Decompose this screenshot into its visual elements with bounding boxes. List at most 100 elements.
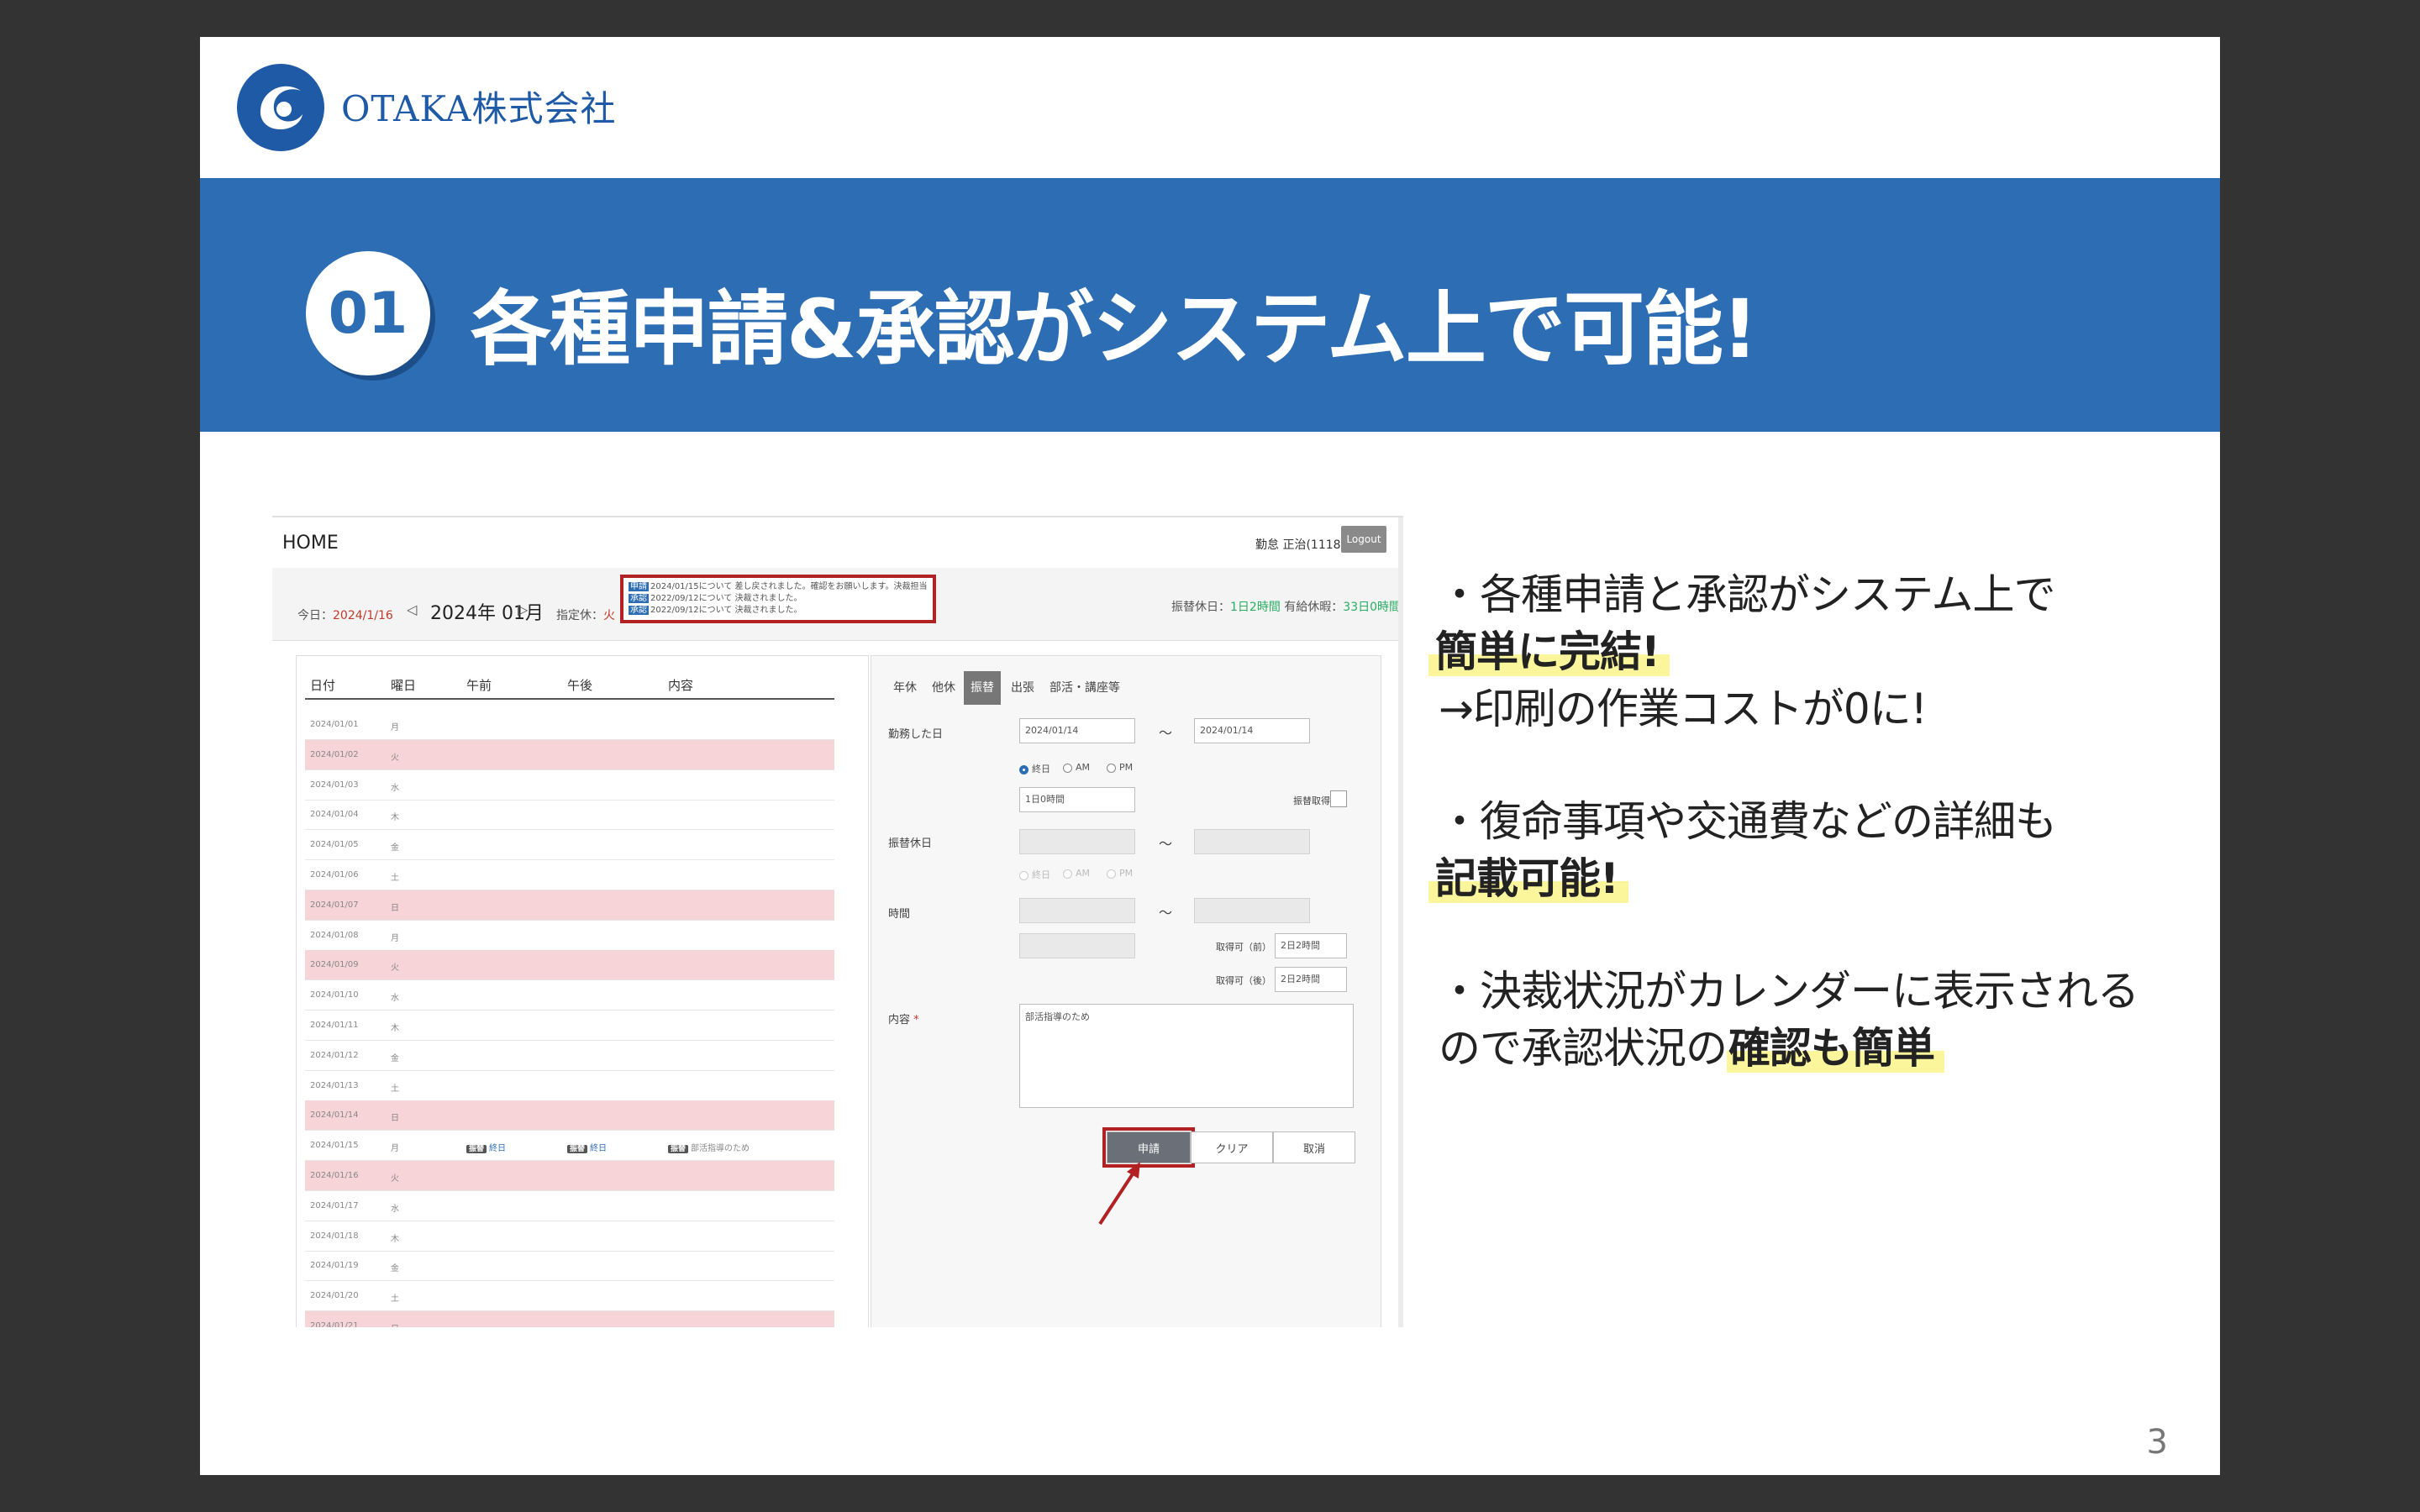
calendar-row[interactable]: 2024/01/12 金 <box>305 1041 834 1071</box>
calendar-row[interactable]: 2024/01/10 水 <box>305 980 834 1011</box>
col-dow: 曜日 <box>391 678 417 693</box>
logout-button[interactable]: Logout <box>1341 526 1386 553</box>
tab-bukatsu[interactable]: 部活・講座等 <box>1043 671 1127 705</box>
row-am: 振替 終日 <box>466 1141 507 1154</box>
row-date: 2024/01/16 <box>310 1171 359 1180</box>
radio-am[interactable]: AM <box>1063 762 1090 773</box>
tab-takyu[interactable]: 他休 <box>925 671 962 705</box>
tab-shucchou[interactable]: 出張 <box>1004 671 1041 705</box>
notice-item[interactable]: 申請 2024/01/15について 差し戻されました。確認をお願いします。決裁担当 <box>629 581 928 593</box>
row-dow: 木 <box>391 813 399 823</box>
required-mark: * <box>913 1014 919 1026</box>
notice-tag: 申請 <box>629 582 649 591</box>
row-dow: 土 <box>391 1084 399 1094</box>
application-form: 年休 他休 振替 出張 部活・講座等 勤務した日 2024/01/14 ～ 20… <box>871 655 1381 1327</box>
furikae-to-input[interactable] <box>1194 829 1310 854</box>
radio-all-day[interactable]: 終日 <box>1019 762 1050 775</box>
notice-item[interactable]: 承認 2022/09/12について 決裁されました。 <box>629 593 928 605</box>
row-am-badge: 振替 <box>466 1145 487 1154</box>
row-dow: 火 <box>391 753 399 763</box>
col-date: 日付 <box>310 678 336 693</box>
yuukyu-label: 有給休暇： <box>1284 601 1344 614</box>
calendar-row[interactable]: 2024/01/07 日 <box>305 890 834 921</box>
calendar-panel: 日付 曜日 午前 午後 内容 2024/01/01 月 2024/01/02 火 202… <box>296 655 869 1327</box>
row-date: 2024/01/14 <box>310 1110 359 1121</box>
furikae-shutoku-label: 振替取得 <box>1293 795 1330 806</box>
calendar-row[interactable]: 2024/01/18 木 <box>305 1221 834 1252</box>
bullet-1: ・各種申請と承認がシステム上で 簡単に完結! →印刷の作業コストが0に! <box>1428 566 2178 738</box>
row-date: 2024/01/20 <box>310 1291 359 1301</box>
range-tilde-3: ～ <box>1159 905 1173 921</box>
scrollbar[interactable] <box>1398 517 1403 1327</box>
submit-button[interactable]: 申請 <box>1102 1127 1195 1168</box>
calendar-row[interactable]: 2024/01/19 金 <box>305 1251 834 1282</box>
cancel-button[interactable]: 取消 <box>1273 1131 1355 1163</box>
row-content-text: 部活指導のため <box>691 1144 750 1154</box>
notice-tag: 承認 <box>629 606 649 615</box>
hours-input[interactable]: 1日0時間 <box>1019 787 1135 812</box>
work-date-to-input[interactable]: 2024/01/14 <box>1194 718 1310 743</box>
calendar-row[interactable]: 2024/01/08 月 <box>305 921 834 951</box>
next-month-icon[interactable]: ▷ <box>518 601 528 617</box>
calendar-row[interactable]: 2024/01/09 火 <box>305 950 834 981</box>
prev-month-icon[interactable]: ◁ <box>407 601 417 617</box>
row-date: 2024/01/18 <box>310 1231 359 1241</box>
row-date: 2024/01/04 <box>310 810 359 820</box>
row-dow: 金 <box>391 843 399 853</box>
radio-selected-icon <box>1019 764 1028 774</box>
calendar-row[interactable]: 2024/01/13 土 <box>305 1071 834 1101</box>
row-date: 2024/01/10 <box>310 990 359 1000</box>
radio-pm[interactable]: PM <box>1107 762 1133 773</box>
content-textarea[interactable]: 部活指導のため <box>1019 1004 1354 1108</box>
notice-text: 2024/01/15について 差し戻されました。確認をお願いします。決裁担当 <box>650 582 928 591</box>
time-extra-input[interactable] <box>1019 933 1135 958</box>
furikae-from-input[interactable] <box>1019 829 1135 854</box>
work-date-from-input[interactable]: 2024/01/14 <box>1019 718 1135 743</box>
radio-pm-disabled[interactable]: PM <box>1107 868 1133 879</box>
calendar-row[interactable]: 2024/01/15 月振替 終日 振替 終日 振替 部活指導のため <box>305 1131 834 1162</box>
row-dow: 日 <box>391 1321 399 1327</box>
radio-all-day-disabled[interactable]: 終日 <box>1019 868 1050 881</box>
calendar-row[interactable]: 2024/01/17 水 <box>305 1191 834 1221</box>
notification-box: 申請 2024/01/15について 差し戻されました。確認をお願いします。決裁担当… <box>620 575 936 623</box>
radio-pm-label: PM <box>1119 762 1134 773</box>
radio-am-label: AM <box>1076 868 1091 879</box>
pointer-arrow-icon <box>1098 1162 1140 1226</box>
calendar-row[interactable]: 2024/01/21 日 <box>305 1311 834 1327</box>
calendar-row[interactable]: 2024/01/02 火 <box>305 739 834 770</box>
row-pm-badge: 振替 <box>567 1145 588 1154</box>
row-am-text: 終日 <box>489 1144 507 1154</box>
notice-item[interactable]: 承認 2022/09/12について 決裁されました。 <box>629 605 928 617</box>
clear-button[interactable]: クリア <box>1191 1131 1273 1163</box>
time-to-input[interactable] <box>1194 898 1310 923</box>
row-dow: 月 <box>391 1144 399 1154</box>
feature-bullets: ・各種申請と承認がシステム上で 簡単に完結! →印刷の作業コストが0に! ・復命… <box>1428 566 2178 1132</box>
row-date: 2024/01/05 <box>310 840 359 850</box>
calendar-row[interactable]: 2024/01/03 水 <box>305 770 834 801</box>
content-label-text: 内容 <box>888 1014 911 1026</box>
calendar-row[interactable]: 2024/01/06 土 <box>305 860 834 890</box>
calendar-row[interactable]: 2024/01/01 月 <box>305 710 834 740</box>
bullet-2-line1: ・復命事項や交通費などの詳細も <box>1439 797 2057 846</box>
tab-furikae[interactable]: 振替 <box>964 671 1001 705</box>
bullet-3-pre: ので承認状況の <box>1439 1024 1728 1073</box>
time-from-input[interactable] <box>1019 898 1135 923</box>
calendar-row[interactable]: 2024/01/04 木 <box>305 800 834 831</box>
today-value: 2024/1/16 <box>333 609 393 622</box>
calendar-row[interactable]: 2024/01/05 金 <box>305 830 834 861</box>
shutoku-go-label: 取得可（後） <box>1216 975 1271 986</box>
home-link[interactable]: HOME <box>282 533 339 554</box>
row-date: 2024/01/01 <box>310 720 359 729</box>
bullet-2-highlight: 記載可能! <box>1428 854 1628 903</box>
row-dow: 水 <box>391 994 399 1004</box>
row-dow: 木 <box>391 1234 399 1244</box>
calendar-row[interactable]: 2024/01/20 土 <box>305 1281 834 1312</box>
row-date: 2024/01/21 <box>310 1321 359 1327</box>
radio-am-disabled[interactable]: AM <box>1063 868 1090 879</box>
calendar-row[interactable]: 2024/01/16 火 <box>305 1161 834 1191</box>
tab-nenkyu[interactable]: 年休 <box>886 671 923 705</box>
calendar-row[interactable]: 2024/01/14 日 <box>305 1100 834 1131</box>
furikae-shutoku-checkbox[interactable] <box>1330 790 1347 807</box>
calendar-row[interactable]: 2024/01/11 木 <box>305 1011 834 1041</box>
row-date: 2024/01/17 <box>310 1200 359 1210</box>
